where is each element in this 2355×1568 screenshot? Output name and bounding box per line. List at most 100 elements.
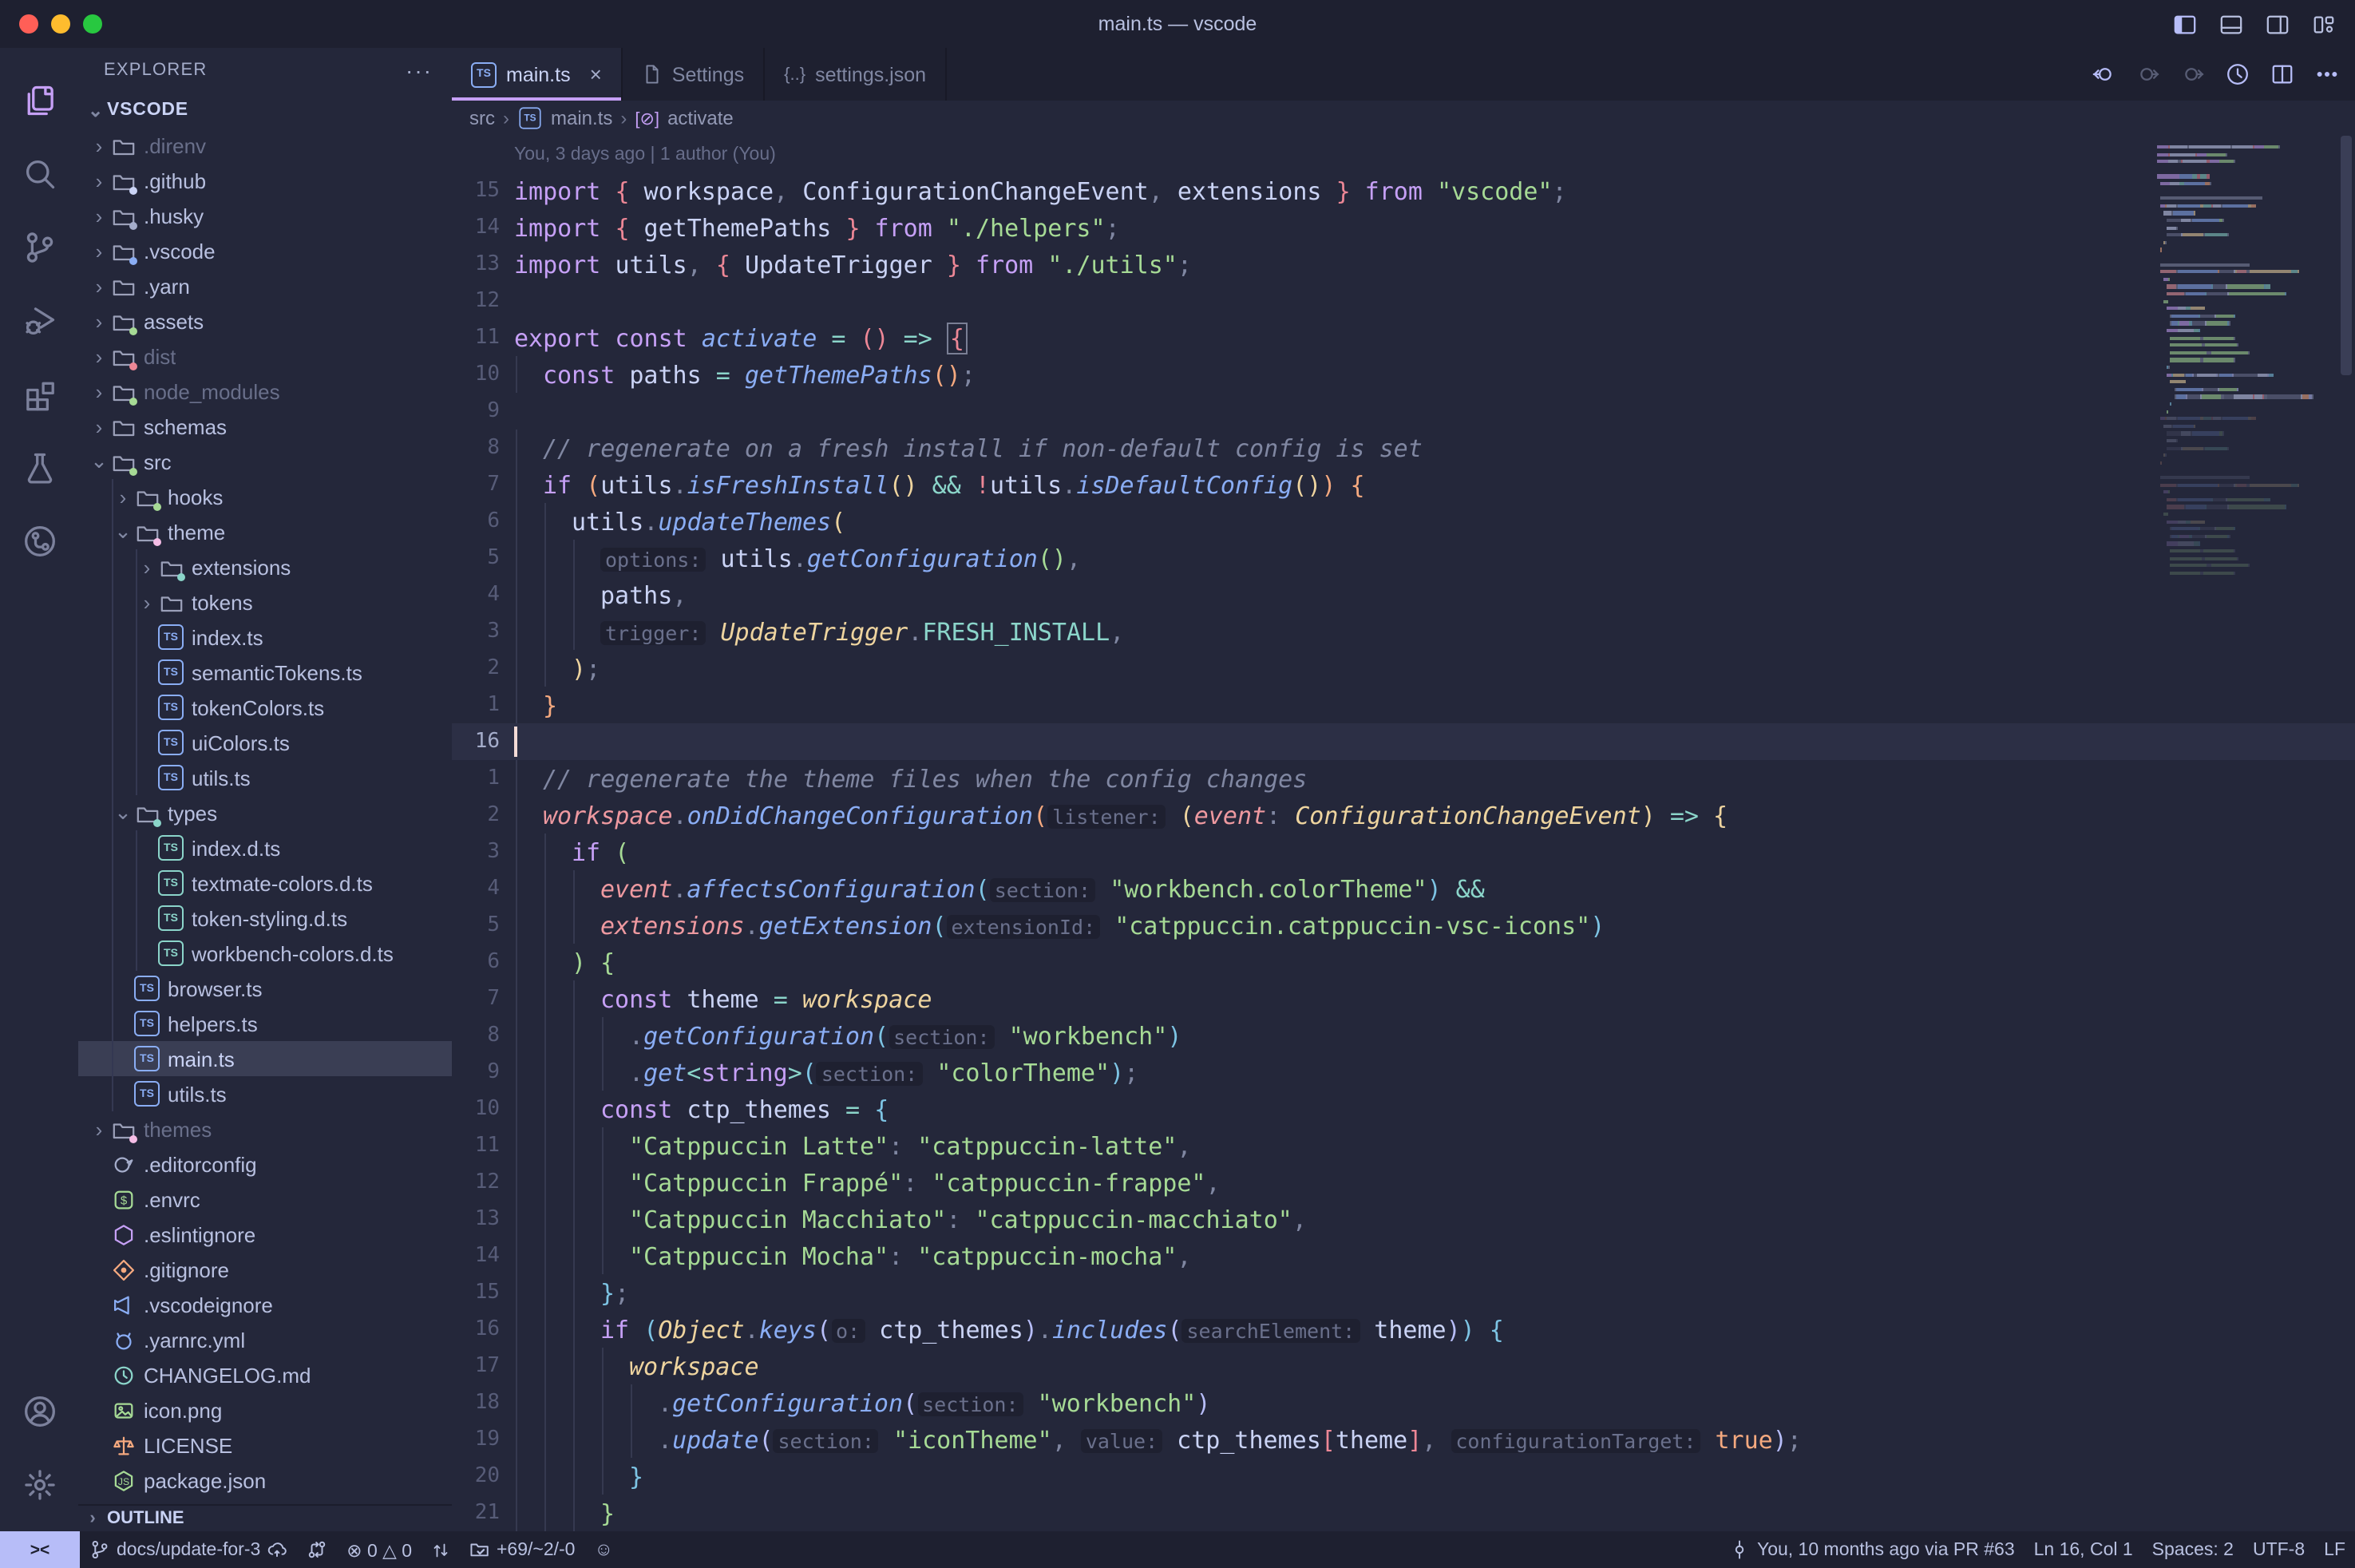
minimap[interactable]: [2151, 136, 2333, 1531]
code-line[interactable]: 14import { getThemePaths } from "./helpe…: [452, 209, 2355, 246]
code-line[interactable]: 15};: [452, 1274, 2355, 1311]
tree-item-icon-png[interactable]: icon.png: [78, 1392, 452, 1427]
explorer-more-icon[interactable]: ···: [406, 57, 433, 83]
scrollbar-thumb[interactable]: [2341, 136, 2352, 375]
breadcrumb-symbol[interactable]: activate: [667, 107, 734, 129]
tree-item-themes[interactable]: ›themes: [78, 1111, 452, 1146]
close-icon[interactable]: ×: [590, 62, 602, 86]
toggle-sidebar-icon[interactable]: [2173, 12, 2197, 36]
code-line[interactable]: 13import utils, { UpdateTrigger } from "…: [452, 246, 2355, 283]
tree-item-src[interactable]: ⌄src: [78, 444, 452, 479]
workspace-root[interactable]: ⌄VSCODE: [78, 93, 452, 128]
code-line[interactable]: 13"Catppuccin Macchiato": "catppuccin-ma…: [452, 1201, 2355, 1237]
tree-item--github[interactable]: ›.github: [78, 163, 452, 198]
code-line[interactable]: 2);: [452, 650, 2355, 687]
back-icon[interactable]: [2092, 62, 2116, 86]
code-line[interactable]: 3if (: [452, 833, 2355, 870]
toggle-panel-icon[interactable]: [2219, 12, 2243, 36]
code-line[interactable]: 8// regenerate on a fresh install if non…: [452, 430, 2355, 466]
code-line[interactable]: 14"Catppuccin Mocha": "catppuccin-mocha"…: [452, 1237, 2355, 1274]
code-line[interactable]: 4paths,: [452, 576, 2355, 613]
code-line[interactable]: 20}: [452, 1458, 2355, 1495]
status-compare-changes[interactable]: [297, 1531, 337, 1568]
status-git-blame[interactable]: You, 10 months ago via PR #63: [1720, 1531, 2025, 1568]
code-line[interactable]: 5extensions.getExtension(extensionId: "c…: [452, 907, 2355, 944]
forward-alt-icon[interactable]: [2181, 62, 2205, 86]
customize-layout-icon[interactable]: [2312, 12, 2336, 36]
code-line[interactable]: 2workspace.onDidChangeConfiguration(list…: [452, 797, 2355, 833]
code-line[interactable]: 10const ctp_themes = {: [452, 1091, 2355, 1127]
status-encoding[interactable]: UTF-8: [2243, 1531, 2314, 1568]
code-line[interactable]: 1}: [452, 687, 2355, 723]
breadcrumb-src[interactable]: src: [469, 107, 495, 129]
status-working-changes[interactable]: +69/~2/-0: [460, 1531, 584, 1568]
status-cursor-position[interactable]: Ln 16, Col 1: [2025, 1531, 2143, 1568]
code-line[interactable]: 19.update(section: "iconTheme", value: c…: [452, 1421, 2355, 1458]
status-feedback-smiley[interactable]: ☺: [584, 1531, 623, 1568]
tab-settings-json[interactable]: {..}settings.json: [765, 48, 947, 101]
tree-item--gitignore[interactable]: .gitignore: [78, 1252, 452, 1287]
status-problems[interactable]: ⊗ 0 △ 0: [337, 1531, 422, 1568]
status-remote[interactable]: ><: [0, 1531, 80, 1568]
tree-item--direnv[interactable]: ›.direnv: [78, 128, 452, 163]
tree-item-uicolors-ts[interactable]: TSuiColors.ts: [78, 725, 452, 760]
split-editor-icon[interactable]: [2270, 62, 2294, 86]
testing-icon[interactable]: [2, 431, 76, 505]
code-line-current[interactable]: 16: [452, 723, 2355, 760]
tree-item-package-json[interactable]: JSpackage.json: [78, 1463, 452, 1498]
tree-item-index-d-ts[interactable]: TSindex.d.ts: [78, 830, 452, 865]
code-editor[interactable]: You, 3 days ago | 1 author (You)15import…: [452, 136, 2355, 1531]
tree-item--envrc[interactable]: $.envrc: [78, 1182, 452, 1217]
tree-item--vscodeignore[interactable]: .vscodeignore: [78, 1287, 452, 1322]
tree-item-index-ts[interactable]: TSindex.ts: [78, 620, 452, 655]
code-line[interactable]: 15import { workspace, ConfigurationChang…: [452, 172, 2355, 209]
code-line[interactable]: 3trigger: UpdateTrigger.FRESH_INSTALL,: [452, 613, 2355, 650]
code-line[interactable]: 11"Catppuccin Latte": "catppuccin-latte"…: [452, 1127, 2355, 1164]
tree-item-semantictokens-ts[interactable]: TSsemanticTokens.ts: [78, 655, 452, 690]
tree-item-assets[interactable]: ›assets: [78, 303, 452, 339]
tree-item-main-ts[interactable]: TSmain.ts: [78, 1041, 452, 1076]
tree-item-tokencolors-ts[interactable]: TStokenColors.ts: [78, 690, 452, 725]
status-eol[interactable]: LF: [2314, 1531, 2355, 1568]
tree-item-utils-ts[interactable]: TSutils.ts: [78, 760, 452, 795]
tree-item-textmate-colors-d-ts[interactable]: TStextmate-colors.d.ts: [78, 865, 452, 901]
code-line[interactable]: 18.getConfiguration(section: "workbench"…: [452, 1384, 2355, 1421]
code-line[interactable]: 16if (Object.keys(o: ctp_themes).include…: [452, 1311, 2355, 1348]
code-line[interactable]: 6) {: [452, 944, 2355, 980]
breadcrumb[interactable]: src›TSmain.ts›[⊘]activate: [452, 101, 2355, 136]
toggle-secondary-sidebar-icon[interactable]: [2266, 12, 2290, 36]
code-line[interactable]: 7const theme = workspace: [452, 980, 2355, 1017]
extensions-icon[interactable]: [2, 358, 76, 431]
tree-item-token-styling-d-ts[interactable]: TStoken-styling.d.ts: [78, 901, 452, 936]
run-debug-icon[interactable]: [2, 284, 76, 358]
tree-item-changelog-md[interactable]: CHANGELOG.md: [78, 1357, 452, 1392]
tree-item--editorconfig[interactable]: .editorconfig: [78, 1146, 452, 1182]
code-line[interactable]: 9.get<string>(section: "colorTheme");: [452, 1054, 2355, 1091]
tree-item-license[interactable]: LICENSE: [78, 1427, 452, 1463]
tree-item-node-modules[interactable]: ›node_modules: [78, 374, 452, 409]
forward-icon[interactable]: [2136, 62, 2160, 86]
search-icon[interactable]: [2, 137, 76, 211]
code-line[interactable]: 5options: utils.getConfiguration(),: [452, 540, 2355, 576]
code-line[interactable]: 17workspace: [452, 1348, 2355, 1384]
tree-item-hooks[interactable]: ›hooks: [78, 479, 452, 514]
status-branch[interactable]: docs/update-for-3: [80, 1531, 297, 1568]
tree-item-types[interactable]: ⌄types: [78, 795, 452, 830]
tree-item-theme[interactable]: ⌄theme: [78, 514, 452, 549]
source-control-icon[interactable]: [2, 211, 76, 284]
code-line[interactable]: 6utils.updateThemes(: [452, 503, 2355, 540]
code-line[interactable]: 4event.affectsConfiguration(section: "wo…: [452, 870, 2355, 907]
tree-item-dist[interactable]: ›dist: [78, 339, 452, 374]
timeline-icon[interactable]: [2226, 62, 2250, 86]
outline-section[interactable]: › OUTLINE: [78, 1504, 452, 1531]
code-line[interactable]: 21}: [452, 1495, 2355, 1531]
tree-item-helpers-ts[interactable]: TShelpers.ts: [78, 1006, 452, 1041]
tree-item--yarnrc-yml[interactable]: .yarnrc.yml: [78, 1322, 452, 1357]
tree-item-workbench-colors-d-ts[interactable]: TSworkbench-colors.d.ts: [78, 936, 452, 971]
code-line[interactable]: 12: [452, 283, 2355, 319]
status-indentation[interactable]: Spaces: 2: [2143, 1531, 2243, 1568]
tree-item-tokens[interactable]: ›tokens: [78, 584, 452, 620]
tab-settings[interactable]: Settings: [623, 48, 765, 101]
more-actions-icon[interactable]: [2315, 62, 2339, 86]
code-line[interactable]: 8.getConfiguration(section: "workbench"): [452, 1017, 2355, 1054]
